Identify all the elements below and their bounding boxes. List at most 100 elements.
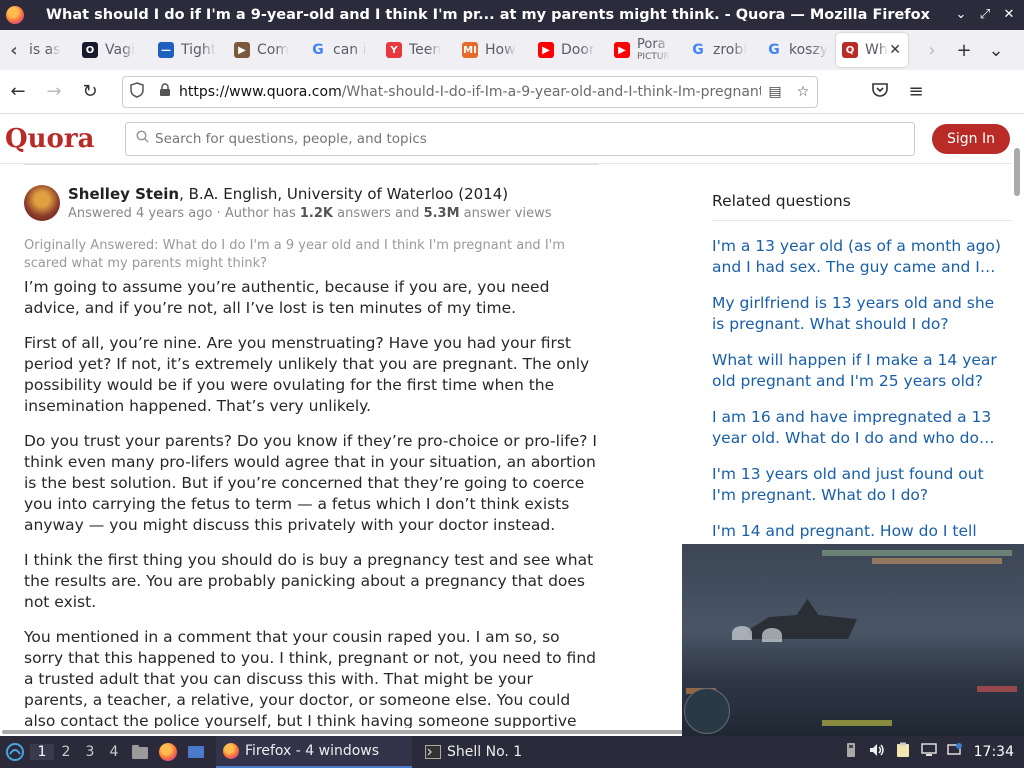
- tab-1[interactable]: ‹ is as: [0, 33, 76, 67]
- navigation-toolbar: ← → ↻ https://www.quora.com/What-should-…: [0, 70, 1024, 114]
- answers-mid: answers and: [332, 206, 424, 221]
- scrollbar-thumb[interactable]: [1014, 148, 1020, 196]
- app-menu-button[interactable]: ≡: [898, 81, 934, 102]
- game-hud-bar: [822, 720, 892, 726]
- related-list: I'm a 13 year old (as of a month ago) an…: [712, 236, 1012, 563]
- tab-title: is as: [29, 42, 61, 58]
- tab-title: Wh: [865, 42, 888, 58]
- url-path: /What-should-I-do-if-Im-a-9-year-old-and…: [341, 83, 761, 100]
- avatar[interactable]: [24, 185, 60, 221]
- yandex-icon: Y: [386, 42, 402, 58]
- network-icon[interactable]: [942, 743, 968, 761]
- desktop-icon[interactable]: [184, 740, 208, 764]
- tab-title: Com: [257, 42, 289, 58]
- usb-drive-icon[interactable]: [838, 742, 864, 762]
- clock[interactable]: 17:34: [974, 744, 1014, 760]
- workspace-1[interactable]: 1: [30, 744, 54, 760]
- answer-paragraph: First of all, you’re nine. Are you menst…: [24, 334, 590, 415]
- tab-6[interactable]: Y Teen: [380, 33, 456, 67]
- quora-search-box[interactable]: [125, 121, 915, 156]
- answer-meta: Answered 4 years ago · Author has 1.2K a…: [68, 206, 551, 221]
- clipboard-icon[interactable]: [890, 742, 916, 762]
- youtube-icon: ▶: [538, 42, 554, 58]
- answer-paragraph: Do you trust your parents? Do you know i…: [24, 432, 597, 534]
- maximize-button[interactable]: ⤢: [976, 6, 994, 24]
- related-question-link[interactable]: My girlfriend is 13 years old and she is…: [712, 293, 1012, 335]
- tab-title-main: Pora: [637, 38, 666, 52]
- scroll-tabs-right-button[interactable]: ›: [916, 40, 948, 61]
- views-count: 5.3M: [423, 206, 460, 221]
- related-question-link[interactable]: I'm a 13 year old (as of a month ago) an…: [712, 236, 1012, 278]
- sign-in-button[interactable]: Sign In: [932, 123, 1010, 154]
- author-name[interactable]: Shelley Stein: [68, 185, 179, 203]
- tab-12[interactable]: Q Wh ✕: [836, 33, 908, 67]
- tab-8[interactable]: ▶ Door: [532, 33, 608, 67]
- url-bar[interactable]: https://www.quora.com/What-should-I-do-i…: [122, 75, 818, 108]
- volume-icon[interactable]: [864, 743, 890, 761]
- tracking-shield-icon[interactable]: [123, 81, 151, 102]
- reader-view-icon[interactable]: ▤: [761, 84, 789, 100]
- minimize-button[interactable]: ⌄: [952, 6, 970, 24]
- close-window-button[interactable]: ✕: [1000, 6, 1018, 24]
- new-tab-button[interactable]: +: [948, 40, 980, 61]
- picture-in-picture-video[interactable]: [682, 544, 1024, 736]
- file-manager-icon[interactable]: [128, 740, 152, 764]
- list-all-tabs-button[interactable]: ⌄: [980, 40, 1012, 61]
- quora-icon: Q: [842, 42, 858, 58]
- google-icon: G: [768, 42, 780, 58]
- firefox-launcher-icon[interactable]: [156, 740, 180, 764]
- taskbar: 1234 Firefox - 4 windows Shell No. 1 17:…: [0, 736, 1024, 768]
- related-question-link[interactable]: I am 16 and have impregnated a 13 year o…: [712, 407, 1012, 449]
- tab-9[interactable]: ▶ Pora PICTUR: [608, 33, 684, 67]
- start-menu-icon[interactable]: [0, 737, 30, 767]
- lock-icon[interactable]: [151, 82, 179, 101]
- url-host: https://www.quora.com: [179, 83, 342, 100]
- tab-2[interactable]: O Vagi: [76, 33, 152, 67]
- tab-7[interactable]: MI How: [456, 33, 532, 67]
- tab-4[interactable]: ▶ Com: [228, 33, 304, 67]
- site-mi-icon: MI: [462, 42, 478, 58]
- display-icon[interactable]: [916, 743, 942, 761]
- terminal-icon: [424, 743, 442, 761]
- tab-10[interactable]: Gzrobi: [684, 33, 760, 67]
- tab-title: How: [485, 42, 516, 58]
- shell-task-label: Shell No. 1: [447, 744, 523, 760]
- tab-title: Vagi: [105, 42, 135, 58]
- tab-bar: ‹ is as O Vagi — Tight ▶ Com Gcan i Y Teen MI How ▶ Do…: [0, 30, 1024, 70]
- shell-taskbar-button[interactable]: Shell No. 1: [418, 736, 528, 768]
- originally-answered[interactable]: Originally Answered: What do I do I'm a …: [24, 237, 599, 273]
- back-button[interactable]: ←: [0, 81, 36, 102]
- firefox-taskbar-button[interactable]: Firefox - 4 windows: [216, 736, 412, 768]
- related-question-link[interactable]: I'm 13 years old and just found out I'm …: [712, 464, 1012, 506]
- workspace-3[interactable]: 3: [78, 744, 102, 760]
- bookmark-star-icon[interactable]: ☆: [789, 84, 817, 100]
- related-heading: Related questions: [712, 192, 1012, 221]
- divider: [24, 164, 599, 165]
- search-input[interactable]: [155, 130, 895, 147]
- google-icon: G: [692, 42, 704, 58]
- tab-title-sub: PICTUR: [637, 52, 670, 62]
- workspace-2[interactable]: 2: [54, 744, 78, 760]
- quora-header: Quora Sign In: [0, 114, 1012, 164]
- quora-logo[interactable]: Quora: [5, 124, 125, 154]
- window-titlebar: What should I do if I'm a 9-year-old and…: [0, 0, 1024, 30]
- blue-site-icon: —: [158, 42, 174, 58]
- forward-button[interactable]: →: [36, 81, 72, 102]
- tab-title: Door: [561, 42, 595, 58]
- close-tab-icon[interactable]: ✕: [889, 42, 901, 58]
- views-tail: answer views: [459, 206, 552, 221]
- google-icon: G: [312, 42, 324, 58]
- tab-11[interactable]: Gkoszy: [760, 33, 836, 67]
- related-question-link[interactable]: What will happen if I make a 14 year old…: [712, 350, 1012, 392]
- tab-3[interactable]: — Tight: [152, 33, 228, 67]
- tab-title: Pora PICTUR: [637, 38, 670, 62]
- answered-date: Answered 4 years ago · Author has: [68, 206, 300, 221]
- url-text[interactable]: https://www.quora.com/What-should-I-do-i…: [179, 84, 761, 100]
- tab-title: can i: [333, 42, 367, 58]
- workspace-4[interactable]: 4: [102, 744, 126, 760]
- pocket-icon[interactable]: [862, 81, 898, 102]
- firefox-icon: [222, 742, 240, 760]
- reload-button[interactable]: ↻: [72, 81, 108, 102]
- workspace-switcher: 1234: [30, 744, 126, 760]
- tab-5[interactable]: Gcan i: [304, 33, 380, 67]
